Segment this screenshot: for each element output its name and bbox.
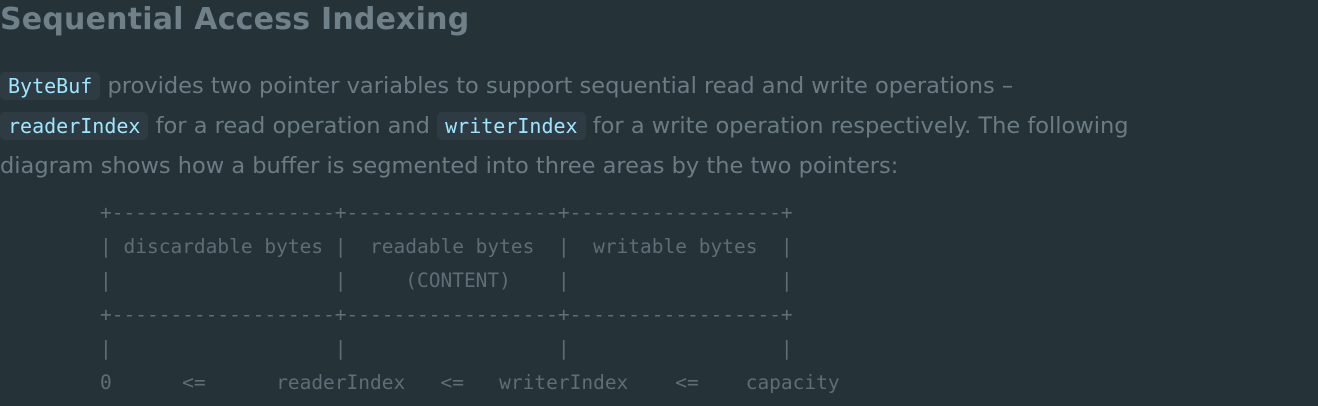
diagram-line: +-------------------+------------------+… (100, 303, 793, 326)
diagram-line: +-------------------+------------------+… (100, 201, 793, 224)
diagram-line: 0 <= readerIndex <= writerIndex <= capac… (100, 371, 840, 394)
inline-code-readerindex: readerIndex (0, 112, 149, 140)
section-heading: Sequential Access Indexing (0, 2, 470, 37)
inline-code-bytebuf: ByteBuf (0, 72, 101, 100)
diagram-line: | | | | (100, 337, 793, 360)
paragraph-text-1: provides two pointer variables to suppor… (100, 73, 1014, 99)
paragraph-line-2: readerIndex for a read operation and wri… (0, 106, 1318, 146)
paragraph-text-2: for a read operation and (148, 113, 438, 139)
diagram-line: | | (CONTENT) | | (100, 269, 793, 292)
diagram-line: | discardable bytes | readable bytes | w… (100, 235, 793, 258)
paragraph-line-3: diagram shows how a buffer is segmented … (0, 153, 899, 179)
inline-code-writerindex: writerIndex (437, 112, 586, 140)
buffer-diagram: +-------------------+------------------+… (100, 196, 840, 400)
intro-paragraph: ByteBuf provides two pointer variables t… (0, 66, 1318, 182)
paragraph-text-3: for a write operation respectively. The … (585, 113, 1129, 139)
paragraph-line-1: ByteBuf provides two pointer variables t… (0, 66, 1318, 106)
